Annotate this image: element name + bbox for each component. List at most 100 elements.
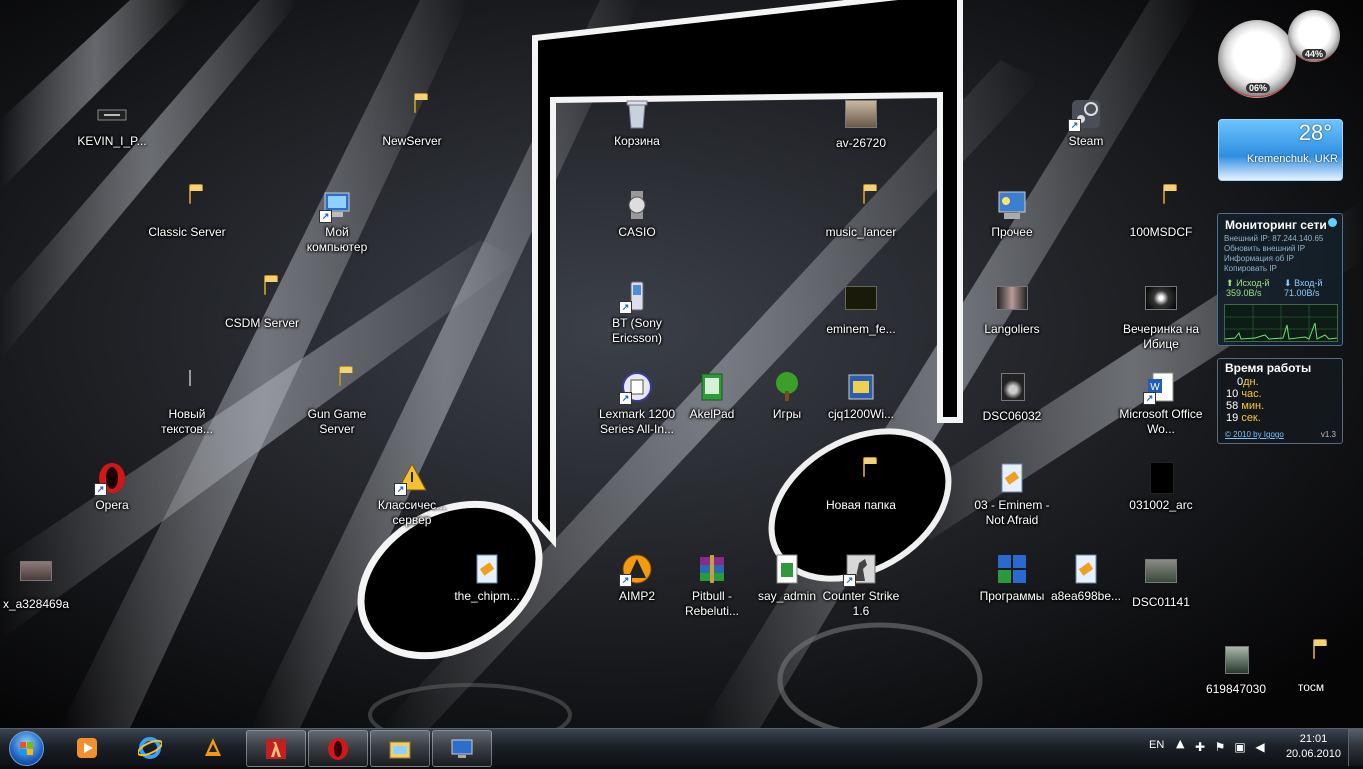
start-button[interactable] [5,730,49,766]
icon-label: music_lancer [825,225,897,239]
icon-label: Pitbull - Rebeluti... [684,589,740,618]
show-desktop-button[interactable] [1348,729,1363,766]
folder-icon [845,461,877,494]
desktop-icon-bt-sony[interactable]: ↗ BT (Sony Ericsson) [594,280,680,346]
uptime-copyright-link[interactable]: © 2010 by Igogo [1225,430,1284,439]
desktop-icon-vecherinka[interactable]: Вечеринка на Ибице [1118,280,1204,352]
language-indicator[interactable]: EN [1149,739,1164,751]
download-rate: 71.00B/s [1284,288,1320,298]
desktop-icon-classic-server[interactable]: Classic Server [144,188,230,240]
desktop-icon-kevin[interactable]: KEVIN_I_P... [69,98,155,149]
desktop-icon-casio[interactable]: CASIO [594,189,680,240]
shortcut-arrow-icon: ↗ [1143,392,1156,405]
desktop-icon-pitbull[interactable]: Pitbull - Rebeluti... [669,553,755,619]
desktop-icon-100msdcf[interactable]: 100MSDCF [1118,188,1204,240]
network-icon[interactable]: ▣ [1233,740,1247,754]
icon-label: a8ea698be... [1050,589,1122,603]
desktop-icon-lexmark[interactable]: ↗ Lexmark 1200 Series All-In... [594,371,680,437]
minutes-value: 58 [1226,400,1239,412]
icon-label: NewServer [382,134,442,148]
taskbar-explorer[interactable] [370,730,430,767]
desktop-icon-csdm-server[interactable]: CSDM Server [219,279,305,331]
desktop-icon-ms-office[interactable]: W ↗ Microsoft Office Wo... [1118,371,1204,437]
taskbar-media-player[interactable] [58,730,116,765]
desktop-icon-031002-arc[interactable]: 031002_arc [1118,462,1204,513]
netmon-refresh-link[interactable]: Обновить внешний IP [1224,244,1305,253]
steam-icon: ↗ [1068,98,1102,132]
uptime-hours: 10 час. [1226,388,1262,400]
desktop-icon-langoliers[interactable]: Langoliers [969,280,1055,337]
video-thumbnail-icon [996,286,1028,318]
desktop-icon-gun-game[interactable]: Gun Game Server [294,370,380,437]
desktop-icon-tosm[interactable]: тосм [1268,643,1354,695]
desktop-icon-counter-strike[interactable]: ↗ Counter Strike 1.6 [818,553,904,619]
desktop-icon-my-computer[interactable]: ↗ Мой компьютер [294,189,380,255]
system-clock[interactable]: 21:01 20.06.2010 [1286,732,1341,762]
internet-explorer-icon [137,736,163,760]
netmon-copy-ip-link[interactable]: Копировать IP [1224,264,1277,273]
action-center-flag-icon[interactable]: ⚑ [1213,740,1227,754]
watch-icon [621,189,653,221]
icon-label: DSC01141 [1132,595,1190,609]
installer-icon [845,371,877,403]
windows-logo-icon [9,731,44,766]
icon-label: Вечеринка на Ибице [1122,322,1200,351]
desktop-icon-eminem-fe[interactable]: eminem_fe... [818,280,904,337]
desktop-icon-newserver[interactable]: NewServer [369,97,455,149]
show-hidden-icons-button[interactable]: ▲ [1176,737,1184,750]
uptime-title: Время работы [1225,361,1312,375]
desktop-icon-music-lancer[interactable]: music_lancer [818,188,904,240]
taskbar-aimp[interactable] [184,730,242,765]
desktop-icon-cjq1200[interactable]: cjq1200Wi... [818,371,904,422]
taskbar-half-life[interactable] [246,730,306,767]
network-monitor-gadget[interactable]: Мониторинг сети Внешний IP: 87.244.140.6… [1217,213,1343,346]
photo-icon [20,561,52,593]
half-life-icon [264,737,288,761]
safely-remove-hardware-icon[interactable]: ✚ [1193,740,1207,754]
icon-label: CASIO [618,225,656,239]
uptime-gadget[interactable]: Время работы 0дн. 10 час. 58 мин. 19 сек… [1217,358,1343,444]
desktop-icon-dsc06032[interactable]: DSC06032 [969,371,1055,424]
desktop-icon-a8ea698be[interactable]: a8ea698be... [1043,553,1129,604]
icon-label: KEVIN_I_P... [77,134,147,148]
icon-label: DSC06032 [982,409,1042,423]
desktop-icon-klassich-server[interactable]: ↗ Классичес... сервер [369,462,455,528]
icon-label: Lexmark 1200 Series All-In... [598,407,676,436]
taskbar-opera[interactable] [308,730,368,767]
upload-rate: 359.0B/s [1226,288,1262,298]
desktop-icon-eminem-not-afraid[interactable]: 03 - Eminem - Not Afraid [969,462,1055,528]
icon-label: eminem_fe... [826,322,896,336]
desktop-icon-new-text[interactable]: Новый текстов... [144,370,230,437]
netmon-upload: ⬆ Исход-й 359.0B/s [1226,278,1270,298]
icon-label: the_chipm... [454,589,520,603]
upload-arrow-icon: ⬆ [1226,278,1234,288]
winrar-archive-icon [696,553,728,585]
desktop-icon-akelpad[interactable]: AkelPad [669,371,755,422]
desktop-icon-av[interactable]: av-26720 [818,98,904,151]
desktop-icon-new-folder[interactable]: Новая папка [818,461,904,513]
desktop-icon-prochee[interactable]: Прочее [969,189,1055,240]
counter-strike-icon: ↗ [843,553,877,587]
desktop-icon-steam[interactable]: ↗ Steam [1043,98,1129,149]
desktop-icon-x-a328469a[interactable]: x_a328469a [0,553,79,612]
desktop-icon-the-chipm[interactable]: the_chipm... [444,553,530,604]
taskbar-internet-explorer[interactable] [121,730,179,765]
taskbar-remote-desktop[interactable] [432,730,492,767]
netmon-ip-info-link[interactable]: Информация об IP [1224,254,1294,263]
volume-icon[interactable]: ◀ [1253,740,1267,754]
text-document-icon [171,370,203,403]
minutes-unit: мин. [1241,400,1265,412]
desktop-icon-opera[interactable]: ↗ Opera [69,462,155,513]
opera-icon [326,737,350,761]
seconds-unit: сек. [1241,412,1261,424]
desktop-icon-recycle-bin[interactable]: Корзина [594,98,680,149]
icon-label: Корзина [614,134,660,148]
desktop-icon-dsc01141[interactable]: DSC01141 [1118,553,1204,610]
icon-label: Counter Strike 1.6 [822,589,900,618]
weather-gadget[interactable]: 28° Kremenchuk, UKR [1218,119,1343,181]
desktop-icon-619847030[interactable]: 619847030 [1193,644,1279,697]
desktop-icon-aimp2[interactable]: ↗ AIMP2 [594,553,680,604]
printer-icon: ↗ [619,371,653,405]
cpu-meter-gadget[interactable]: 06% 44% [1216,8,1341,100]
audio-file-icon [471,553,503,585]
